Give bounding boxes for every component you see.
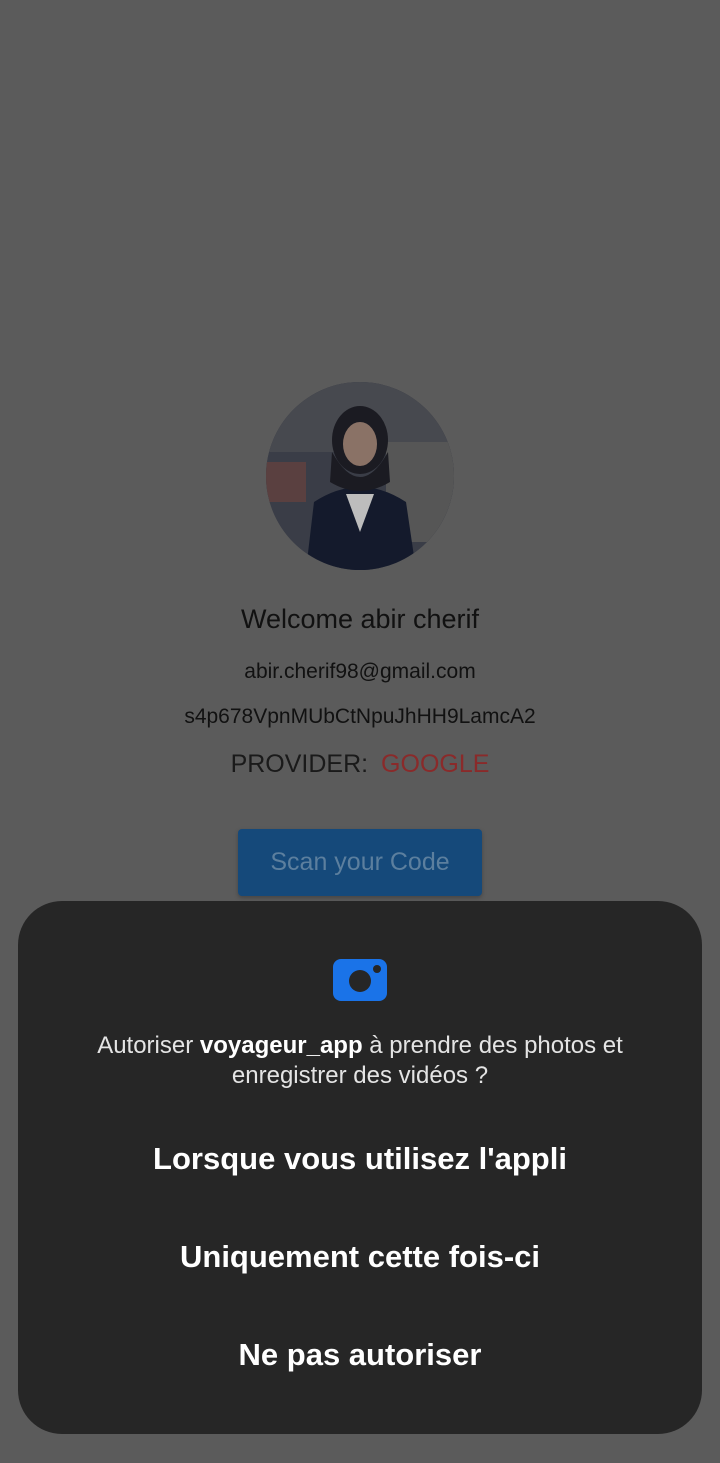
user-email: abir.cherif98@gmail.com: [244, 660, 476, 683]
avatar: [266, 382, 454, 570]
user-id: s4p678VpnMUbCtNpuJhHH9LamcA2: [184, 705, 536, 728]
scan-code-button[interactable]: Scan your Code: [238, 829, 482, 896]
provider-label: PROVIDER:: [230, 750, 369, 778]
deny-button[interactable]: Ne pas autoriser: [18, 1337, 702, 1373]
app-screen: Welcome abir cherif abir.cherif98@gmail.…: [0, 0, 720, 1463]
permission-message: Autoriser voyageur_app à prendre des pho…: [48, 1031, 672, 1091]
camera-icon: [333, 959, 387, 1001]
avatar-photo: [266, 382, 454, 570]
permission-app-name: voyageur_app: [199, 1032, 363, 1059]
allow-once-button[interactable]: Uniquement cette fois-ci: [18, 1239, 702, 1275]
camera-permission-dialog: Autoriser voyageur_app à prendre des pho…: [18, 901, 702, 1434]
provider-value: GOOGLE: [381, 750, 490, 778]
permission-message-prefix: Autoriser: [97, 1032, 200, 1059]
provider-row: PROVIDER: GOOGLE: [0, 750, 720, 779]
allow-while-using-button[interactable]: Lorsque vous utilisez l'appli: [18, 1141, 702, 1177]
welcome-text: Welcome abir cherif: [240, 604, 480, 634]
